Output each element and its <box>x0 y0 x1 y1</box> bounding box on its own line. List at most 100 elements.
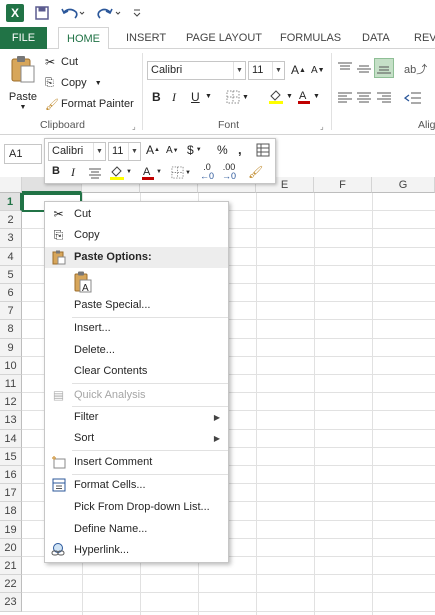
row-header[interactable]: 23 <box>0 593 22 612</box>
menu-item-filter[interactable]: Filter ▶ <box>45 407 228 428</box>
borders-button[interactable]: ▼ <box>226 90 249 104</box>
mini-font-name-value: Calibri <box>52 145 84 157</box>
menu-item-cut[interactable]: ✂ Cut <box>45 204 228 225</box>
mini-font-name-combo[interactable]: Calibri ▼ <box>48 142 106 161</box>
tab-formulas[interactable]: FORMULAS <box>272 27 349 49</box>
name-box[interactable]: A1 <box>4 144 42 164</box>
mini-borders-button[interactable]: ▼ <box>171 166 191 179</box>
increase-font-size-button[interactable]: A ▲ <box>291 63 306 77</box>
menu-item-paste-special[interactable]: Paste Special... <box>45 295 228 316</box>
tab-home[interactable]: HOME <box>58 27 109 50</box>
menu-item-pick-from-list[interactable]: Pick From Drop-down List... <box>45 497 228 518</box>
row-header[interactable]: 20 <box>0 538 22 557</box>
row-header[interactable]: 2 <box>0 211 22 230</box>
row-header[interactable]: 6 <box>0 284 22 303</box>
mini-font-color-button[interactable]: A ▼ <box>141 164 162 180</box>
left-align-button[interactable] <box>337 91 353 105</box>
middle-align-button[interactable] <box>356 61 372 75</box>
tab-data[interactable]: DATA <box>354 27 398 49</box>
row-header[interactable]: 11 <box>0 375 22 394</box>
row-header[interactable]: 13 <box>0 411 22 430</box>
customize-qat-icon[interactable] <box>132 4 142 22</box>
mini-bold-button[interactable]: B <box>52 165 60 177</box>
mini-currency-button[interactable]: $ ▼ <box>187 143 202 157</box>
menu-item-copy[interactable]: ⎘ Copy <box>45 225 228 246</box>
column-header-g[interactable]: G <box>372 177 435 193</box>
orientation-button[interactable]: ab⤴ <box>404 61 427 77</box>
tab-file[interactable]: FILE <box>0 27 47 49</box>
menu-item-hyperlink[interactable]: Hyperlink... <box>45 540 228 561</box>
select-all-corner[interactable] <box>0 177 22 193</box>
clipboard-launcher-icon[interactable]: ⌟ <box>132 122 136 131</box>
mini-italic-button[interactable]: I <box>71 165 75 180</box>
mini-shrink-font-button[interactable]: A ▼ <box>166 145 179 156</box>
alignment-group-label: Alig <box>418 119 435 131</box>
italic-button[interactable]: I <box>172 90 176 105</box>
fill-color-button[interactable]: ▼ <box>268 88 293 104</box>
row-header[interactable]: 4 <box>0 247 22 266</box>
scissors-icon: ✂ <box>45 55 56 69</box>
row-header[interactable]: 10 <box>0 356 22 375</box>
mini-percent-button[interactable]: % <box>217 143 228 157</box>
decrease-indent-button[interactable] <box>404 91 422 105</box>
row-header[interactable]: 8 <box>0 320 22 339</box>
mini-align-center-button[interactable] <box>88 167 102 179</box>
menu-item-paste-option[interactable]: A <box>45 269 228 295</box>
underline-dropdown-icon[interactable]: ▼ <box>205 93 212 100</box>
row-header[interactable]: 5 <box>0 265 22 284</box>
row-header[interactable]: 16 <box>0 466 22 485</box>
row-header[interactable]: 7 <box>0 302 22 321</box>
tab-page-layout[interactable]: PAGE LAYOUT <box>178 27 270 49</box>
format-painter-button[interactable]: 🖌 Format Painter <box>45 96 134 112</box>
tab-insert[interactable]: INSERT <box>118 27 174 49</box>
copy-icon: ⎘ <box>53 228 64 242</box>
font-name-combo[interactable]: Calibri ▼ <box>147 61 246 80</box>
mini-format-painter-button[interactable]: 🖌 <box>248 165 263 179</box>
top-align-button[interactable] <box>337 61 353 75</box>
menu-item-format-cells[interactable]: Format Cells... <box>45 475 228 496</box>
paste-button[interactable]: Paste ▼ <box>6 55 40 113</box>
row-header[interactable]: 14 <box>0 429 22 448</box>
mini-comma-button[interactable]: , <box>238 142 242 157</box>
menu-item-insert[interactable]: Insert... <box>45 318 228 339</box>
row-header[interactable]: 3 <box>0 229 22 248</box>
column-header-f[interactable]: F <box>314 177 372 193</box>
mini-fill-color-button[interactable]: ▼ <box>109 164 132 180</box>
menu-item-sort[interactable]: Sort ▶ <box>45 428 228 449</box>
row-header[interactable]: 15 <box>0 447 22 466</box>
undo-icon[interactable] <box>60 4 86 22</box>
bottom-align-button[interactable] <box>374 58 394 78</box>
redo-icon[interactable] <box>96 4 122 22</box>
row-header[interactable]: 18 <box>0 502 22 521</box>
row-header[interactable]: 17 <box>0 484 22 503</box>
fill-color-icon <box>110 166 124 180</box>
mini-format-table-button[interactable] <box>256 143 270 157</box>
row-header[interactable]: 9 <box>0 338 22 357</box>
row-header[interactable]: 19 <box>0 520 22 539</box>
font-color-button[interactable]: A ▼ <box>297 88 320 104</box>
menu-item-clear-contents[interactable]: Clear Contents <box>45 361 228 382</box>
right-align-button[interactable] <box>376 91 392 105</box>
mini-increase-decimal-button[interactable]: .0 ←0 <box>200 163 214 181</box>
font-launcher-icon[interactable]: ⌟ <box>320 122 324 131</box>
menu-item-quick-analysis[interactable]: ▤ Quick Analysis <box>45 385 228 406</box>
decrease-font-size-button[interactable]: A ▼ <box>311 65 325 76</box>
row-header[interactable]: 22 <box>0 575 22 594</box>
copy-button[interactable]: ⎘ Copy ▼ <box>45 75 102 91</box>
cut-button[interactable]: ✂ Cut <box>45 54 78 70</box>
tab-review[interactable]: REVI <box>406 27 435 49</box>
underline-button[interactable]: U <box>191 90 200 104</box>
menu-item-insert-comment[interactable]: Insert Comment <box>45 452 228 473</box>
row-header[interactable]: 1 <box>0 193 22 212</box>
center-align-button[interactable] <box>356 91 372 105</box>
row-header[interactable]: 12 <box>0 393 22 412</box>
menu-item-define-name[interactable]: Define Name... <box>45 519 228 540</box>
row-header[interactable]: 21 <box>0 557 22 576</box>
font-size-combo[interactable]: 11 ▼ <box>248 61 285 80</box>
mini-font-size-combo[interactable]: 11 ▼ <box>108 142 141 161</box>
mini-decrease-decimal-button[interactable]: .00 →0 <box>222 163 236 181</box>
mini-grow-font-button[interactable]: A ▲ <box>146 143 160 157</box>
bold-button[interactable]: B <box>152 90 161 104</box>
menu-item-delete[interactable]: Delete... <box>45 340 228 361</box>
save-icon[interactable] <box>34 4 50 22</box>
